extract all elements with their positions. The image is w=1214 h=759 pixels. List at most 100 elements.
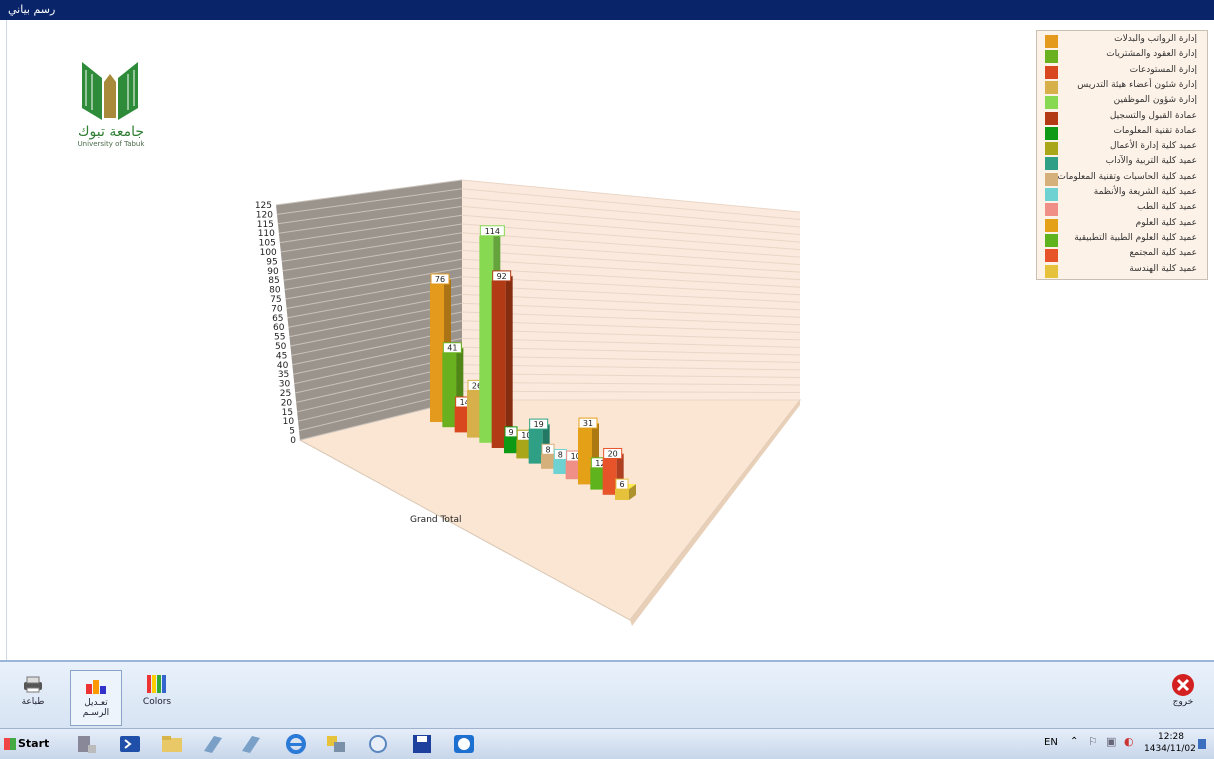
app-window-icon-1[interactable]: [200, 733, 224, 755]
bar-value-label: 19: [534, 420, 544, 429]
legend-label: إدارة شئون أعضاء هيئة التدريس: [1077, 79, 1197, 90]
legend-item: عميد كلية الطب: [1041, 202, 1203, 217]
file-explorer-icon[interactable]: [160, 733, 184, 755]
edit-chart-icon: [83, 674, 109, 696]
y-tick-label: 115: [257, 220, 274, 230]
y-tick-label: 120: [256, 210, 273, 220]
colors-button[interactable]: Colors: [132, 670, 182, 724]
y-tick-label: 125: [255, 201, 272, 211]
y-tick-label: 60: [273, 323, 285, 333]
legend-swatch: [1045, 233, 1058, 247]
legend-swatch: [1045, 157, 1058, 171]
bar-value-label: 8: [545, 445, 550, 454]
legend-swatch: [1045, 218, 1058, 232]
bar-value-label: 92: [497, 272, 507, 281]
legend-label: إدارة العقود والمشتريات: [1106, 49, 1197, 60]
bar-value-label: 114: [485, 227, 500, 236]
y-tick-label: 30: [279, 380, 291, 390]
legend-swatch: [1045, 65, 1058, 79]
clock-time[interactable]: 12:28: [1158, 732, 1184, 742]
y-tick-label: 55: [274, 333, 285, 343]
chart-floor: [298, 399, 802, 621]
bar-chart: 0510152025303540455055606570758085909510…: [255, 179, 802, 626]
legend-item: عميد كلية إدارة الأعمال: [1041, 141, 1203, 156]
legend-swatch: [1045, 203, 1058, 217]
bar-value-label: 6: [619, 480, 624, 489]
legend-item: إدارة الرواتب والبدلات: [1041, 34, 1203, 49]
legend-swatch: [1045, 142, 1058, 156]
legend-item: إدارة العقود والمشتريات: [1041, 49, 1203, 64]
legend-item: عمادة القبول والتسجيل: [1041, 111, 1203, 126]
bar: 92: [491, 270, 513, 448]
sync-app-icon[interactable]: [366, 733, 390, 755]
y-tick-label: 10: [283, 417, 295, 427]
y-tick-label: 20: [281, 398, 293, 408]
network-icon[interactable]: ▣: [1106, 735, 1116, 748]
legend-item: عمادة تقنية المعلومات: [1041, 126, 1203, 141]
y-tick-label: 75: [270, 295, 281, 305]
close-icon: [1170, 673, 1196, 696]
volume-icon[interactable]: ◐: [1124, 735, 1134, 748]
bar-value-label: 8: [558, 450, 563, 459]
y-tick-label: 15: [282, 408, 293, 418]
legend-label: عميد كلية إدارة الأعمال: [1110, 141, 1197, 152]
color-palette-icon: [144, 673, 170, 695]
legend-item: عميد كلية العلوم: [1041, 218, 1203, 233]
legend-swatch: [1045, 249, 1058, 263]
exit-button[interactable]: خروج: [1158, 670, 1208, 724]
language-indicator[interactable]: EN: [1044, 737, 1058, 748]
flag-icon[interactable]: ⚐: [1088, 735, 1098, 748]
bar-value-label: 41: [447, 344, 457, 353]
legend-label: عميد كلية العلوم: [1135, 217, 1197, 228]
show-desktop-icon[interactable]: [1198, 739, 1206, 749]
save-disk-icon[interactable]: [410, 733, 434, 755]
edit-chart-label: تعـديل الرسـم: [82, 698, 110, 718]
legend-item: عميد كلية العلوم الطبية التطبيقية: [1041, 233, 1203, 248]
printer-icon: [20, 673, 46, 695]
y-tick-label: 50: [275, 342, 287, 352]
legend-swatch: [1045, 111, 1058, 125]
y-tick-label: 5: [289, 427, 295, 437]
legend-item: عميد كلية المجتمع: [1041, 248, 1203, 263]
exit-label: خروج: [1172, 697, 1194, 707]
legend-label: عميد كلية العلوم الطبية التطبيقية: [1074, 232, 1197, 243]
y-tick-label: 25: [280, 389, 291, 399]
y-tick-label: 45: [276, 351, 287, 361]
y-tick-label: 65: [272, 314, 283, 324]
edit-chart-button[interactable]: تعـديل الرسـم: [70, 670, 122, 726]
y-tick-label: 100: [260, 248, 277, 258]
clock-date[interactable]: 1434/11/02: [1144, 744, 1196, 754]
legend-item: إدارة المستودعات: [1041, 65, 1203, 80]
start-button[interactable]: Start: [4, 733, 54, 755]
internet-explorer-icon[interactable]: [284, 733, 308, 755]
tools-icon[interactable]: [324, 733, 348, 755]
legend-swatch: [1045, 172, 1058, 186]
y-tick-label: 105: [259, 239, 276, 249]
app-window-icon-2[interactable]: [238, 733, 262, 755]
print-label: طباعة: [21, 697, 45, 707]
print-button[interactable]: طباعة: [8, 670, 58, 724]
teamviewer-icon[interactable]: [452, 733, 476, 755]
legend-swatch: [1045, 50, 1058, 64]
legend-item: إدارة شؤون الموظفين: [1041, 95, 1203, 110]
legend-label: عمادة تقنية المعلومات: [1113, 125, 1197, 136]
legend-label: عميد كلية الحاسبات وتقنية المعلومات: [1057, 171, 1197, 182]
powershell-icon[interactable]: [118, 733, 142, 755]
legend-swatch: [1045, 35, 1058, 48]
legend-swatch: [1045, 126, 1058, 140]
server-manager-icon[interactable]: [74, 733, 98, 755]
start-label: Start: [18, 737, 50, 750]
chevron-up-icon[interactable]: ⌃: [1070, 736, 1078, 747]
legend-label: عمادة القبول والتسجيل: [1109, 110, 1197, 121]
legend-item: عميد كلية التربية والآداب: [1041, 156, 1203, 171]
bar-value-label: 9: [508, 428, 513, 437]
y-tick-label: 70: [271, 304, 283, 314]
legend-item: عميد كلية الشريعة والأنظمة: [1041, 187, 1203, 202]
taskbar: Start EN ⌃ ⚐ ▣ ◐ 12:28 1434/11/02: [0, 728, 1214, 759]
legend-item: عميد كلية الحاسبات وتقنية المعلومات: [1041, 172, 1203, 187]
windows-logo-icon: [4, 738, 16, 750]
system-tray: EN ⌃ ⚐ ▣ ◐ 12:28 1434/11/02: [1040, 731, 1210, 757]
legend-label: عميد كلية الشريعة والأنظمة: [1093, 187, 1197, 197]
legend-label: عميد كلية الهندسة: [1129, 263, 1197, 274]
legend-label: عميد كلية الطب: [1136, 202, 1197, 213]
